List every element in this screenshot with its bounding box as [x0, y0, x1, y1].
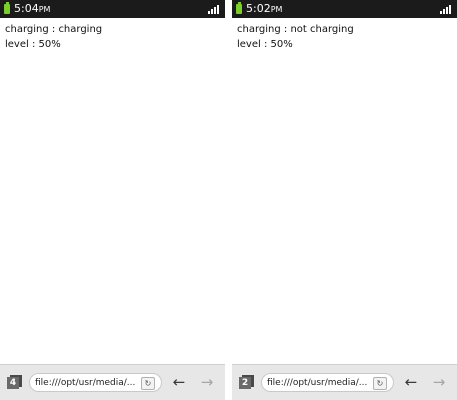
url-field[interactable]: file:///opt/usr/media/... ↻ [29, 373, 162, 392]
tabs-icon: 2 [239, 377, 251, 389]
reload-icon[interactable]: ↻ [373, 377, 387, 390]
forward-arrow-icon[interactable]: → [198, 373, 216, 391]
url-field[interactable]: file:///opt/usr/media/... ↻ [261, 373, 394, 392]
tabs-button[interactable]: 4 [7, 375, 23, 389]
battery-level-text: level : 50% [237, 39, 293, 50]
back-arrow-icon[interactable]: ← [402, 373, 420, 391]
page-content: charging : not charging level : 50% [237, 22, 354, 52]
status-time-value: 5:04 [14, 2, 39, 15]
reload-icon[interactable]: ↻ [141, 377, 155, 390]
phone-screen-left: 5:04PM charging : charging level : 50% 4… [0, 0, 225, 400]
charging-status-text: charging : not charging [237, 24, 354, 35]
forward-arrow-icon[interactable]: → [430, 373, 448, 391]
tabs-button[interactable]: 2 [239, 375, 255, 389]
signal-icon [440, 5, 452, 14]
battery-level-text: level : 50% [5, 39, 61, 50]
status-time: 5:04PM [14, 2, 50, 17]
status-time-value: 5:02 [246, 2, 271, 15]
browser-toolbar: 2 file:///opt/usr/media/... ↻ ← → [232, 364, 457, 400]
status-time-ampm: PM [270, 5, 283, 14]
signal-icon [208, 5, 220, 14]
url-text[interactable]: file:///opt/usr/media/... [267, 377, 371, 389]
charging-status-text: charging : charging [5, 24, 103, 35]
status-bar: 5:04PM [0, 0, 225, 18]
back-arrow-icon[interactable]: ← [170, 373, 188, 391]
page-content: charging : charging level : 50% [5, 22, 102, 52]
status-time: 5:02PM [246, 2, 282, 17]
battery-icon [236, 2, 242, 14]
battery-icon [4, 2, 10, 14]
status-bar: 5:02PM [232, 0, 457, 18]
status-time-ampm: PM [38, 5, 51, 14]
url-text[interactable]: file:///opt/usr/media/... [35, 377, 139, 389]
phone-screen-right: 5:02PM charging : not charging level : 5… [232, 0, 457, 400]
browser-toolbar: 4 file:///opt/usr/media/... ↻ ← → [0, 364, 225, 400]
tabs-icon: 4 [7, 377, 19, 389]
